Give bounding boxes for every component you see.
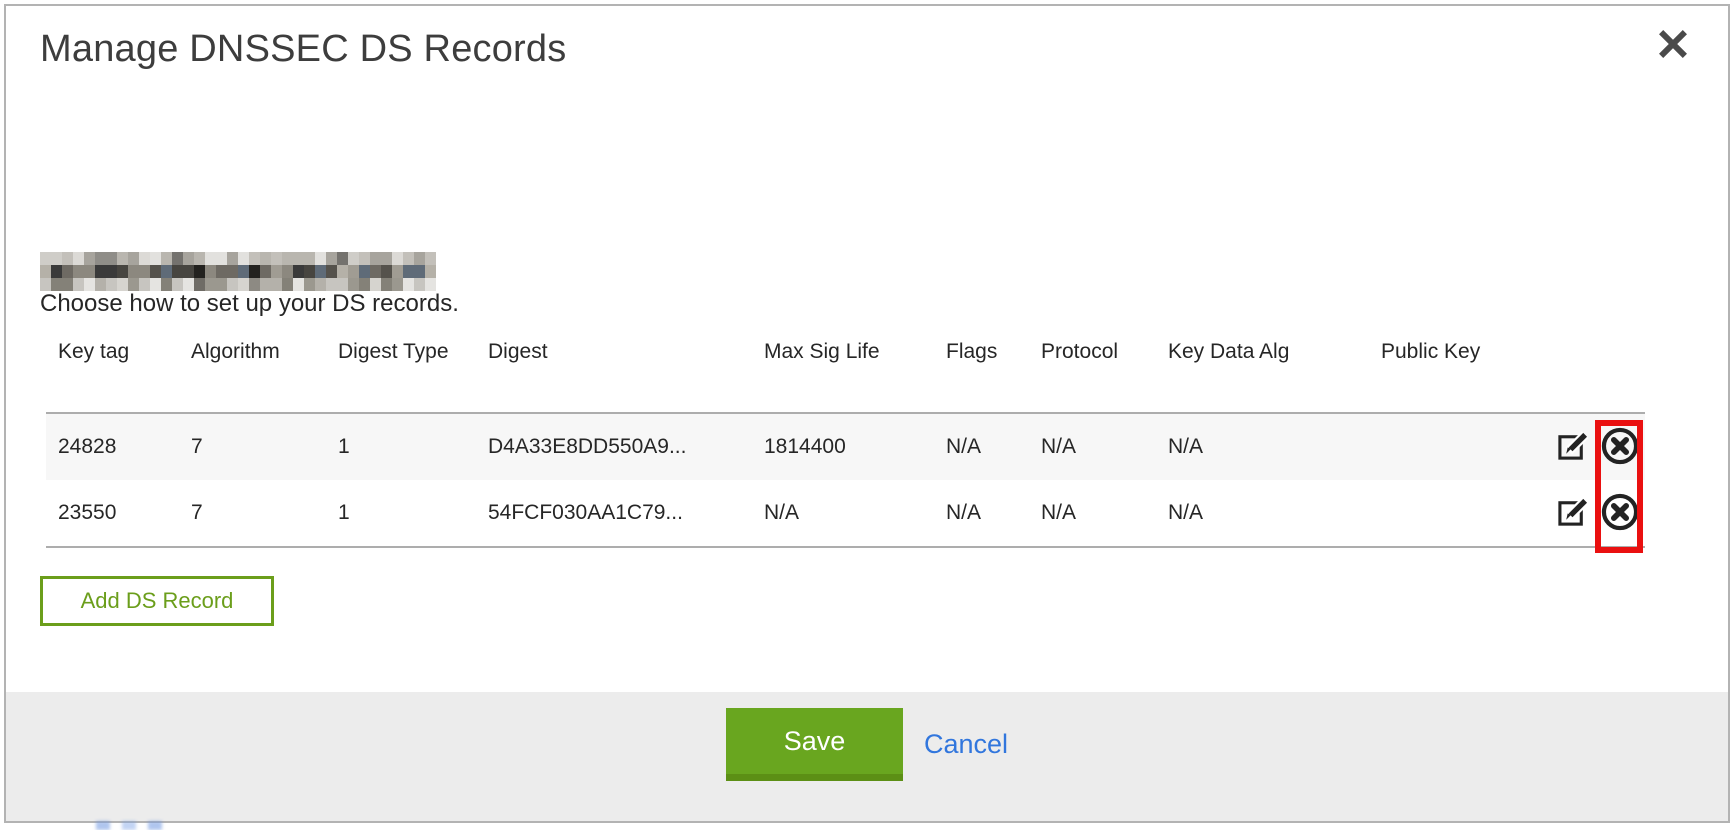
ds-records-table-wrap: Key tag Algorithm Digest Type Digest Max… [46, 334, 1645, 548]
column-header: Key Data Alg [1156, 334, 1369, 413]
manage-dnssec-dialog: Manage DNSSEC DS Records Choose how to s… [4, 4, 1730, 823]
cell-key-data-alg: N/A [1156, 480, 1369, 547]
cell-protocol: N/A [1029, 480, 1156, 547]
redacted-domain-name [40, 252, 436, 291]
cell-key-tag: 23550 [46, 480, 179, 547]
row-actions [1549, 413, 1645, 480]
add-ds-record-button[interactable]: Add DS Record [40, 576, 274, 626]
cell-digest: D4A33E8DD550A9... [476, 413, 752, 480]
cancel-link[interactable]: Cancel [924, 729, 1008, 760]
column-header: Digest [476, 334, 752, 413]
delete-icon [1599, 521, 1641, 536]
table-row: 24828 7 1 D4A33E8DD550A9... 1814400 N/A … [46, 413, 1645, 480]
column-header: Digest Type [326, 334, 476, 413]
cell-public-key [1369, 480, 1549, 547]
cell-digest: 54FCF030AA1C79... [476, 480, 752, 547]
dialog-title: Manage DNSSEC DS Records [40, 28, 566, 71]
cell-algorithm: 7 [179, 413, 326, 480]
column-header: Flags [934, 334, 1029, 413]
cell-flags: N/A [934, 480, 1029, 547]
column-header: Max Sig Life [752, 334, 934, 413]
background-page-fragment [96, 821, 172, 830]
cell-protocol: N/A [1029, 413, 1156, 480]
column-header: Key tag [46, 334, 179, 413]
edit-icon [1557, 516, 1590, 531]
cell-algorithm: 7 [179, 480, 326, 547]
delete-record-button[interactable] [1599, 425, 1641, 470]
save-button[interactable]: Save [726, 708, 903, 781]
cell-digest-type: 1 [326, 413, 476, 480]
close-button[interactable] [1652, 24, 1694, 66]
cell-max-sig-life: 1814400 [752, 413, 934, 480]
delete-record-button[interactable] [1599, 491, 1641, 536]
table-header-row: Key tag Algorithm Digest Type Digest Max… [46, 334, 1645, 413]
dialog-footer: Save Cancel [6, 692, 1728, 821]
column-header: Protocol [1029, 334, 1156, 413]
cell-key-data-alg: N/A [1156, 413, 1369, 480]
table-row: 23550 7 1 54FCF030AA1C79... N/A N/A N/A … [46, 480, 1645, 547]
cell-key-tag: 24828 [46, 413, 179, 480]
cell-max-sig-life: N/A [752, 480, 934, 547]
cell-public-key [1369, 413, 1549, 480]
column-header: Algorithm [179, 334, 326, 413]
ds-records-table: Key tag Algorithm Digest Type Digest Max… [46, 334, 1645, 548]
row-actions [1549, 480, 1645, 547]
close-icon [1654, 51, 1692, 66]
column-header: Public Key [1369, 334, 1549, 413]
cell-digest-type: 1 [326, 480, 476, 547]
cell-flags: N/A [934, 413, 1029, 480]
edit-icon [1557, 450, 1590, 465]
instruction-text: Choose how to set up your DS records. [40, 290, 459, 318]
edit-record-button[interactable] [1557, 495, 1590, 531]
delete-icon [1599, 455, 1641, 470]
actions-column-header [1549, 334, 1645, 413]
table-body: 24828 7 1 D4A33E8DD550A9... 1814400 N/A … [46, 413, 1645, 547]
edit-record-button[interactable] [1557, 429, 1590, 465]
